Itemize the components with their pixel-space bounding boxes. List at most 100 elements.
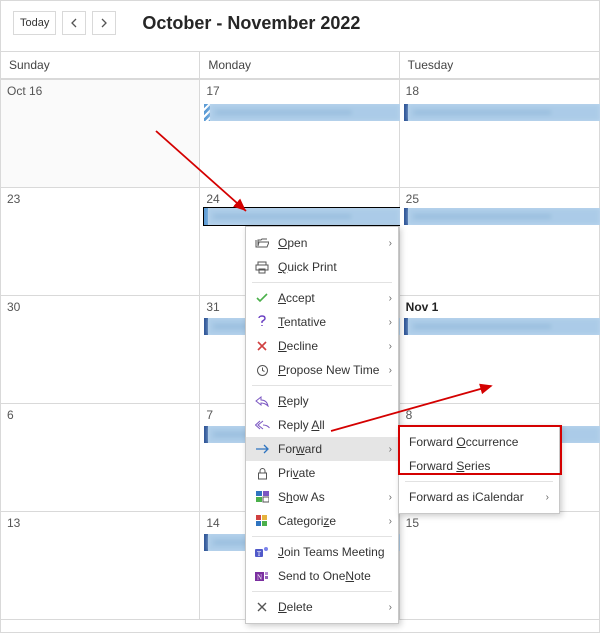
menu-label: Accept — [278, 291, 381, 305]
date-label: 6 — [7, 408, 14, 422]
chevron-right-icon: › — [389, 602, 392, 613]
day-header: Tuesday — [400, 52, 599, 79]
menu-send-onenote[interactable]: N Send to OneNote — [246, 564, 398, 588]
menu-decline[interactable]: Decline › — [246, 334, 398, 358]
calendar-event[interactable] — [404, 318, 600, 335]
calendar-grid: Sunday Monday Tuesday — [1, 51, 599, 79]
menu-forward[interactable]: Forward › — [246, 437, 398, 461]
chevron-right-icon: › — [389, 238, 392, 249]
menu-accept[interactable]: Accept › — [246, 286, 398, 310]
submenu-forward-occurrence[interactable]: Forward Occurrence — [399, 430, 559, 454]
menu-open[interactable]: Open › — [246, 231, 398, 255]
context-menu: Open › Quick Print Accept › Tentative › … — [245, 226, 399, 624]
menu-label: Delete — [278, 600, 381, 614]
calendar-cell[interactable]: 25 — [400, 188, 599, 296]
event-title-blurred — [210, 104, 399, 121]
event-title-blurred — [208, 208, 399, 225]
menu-show-as[interactable]: Show As › — [246, 485, 398, 509]
question-icon — [254, 314, 270, 330]
date-label: 25 — [406, 192, 419, 206]
menu-label: Show As — [278, 490, 381, 504]
check-icon — [254, 290, 270, 306]
menu-label: Quick Print — [278, 260, 392, 274]
menu-separator — [252, 385, 392, 386]
menu-reply[interactable]: Reply — [246, 389, 398, 413]
show-as-icon — [254, 489, 270, 505]
event-title-blurred — [408, 208, 600, 225]
svg-text:N: N — [257, 573, 262, 581]
menu-label: Forward as iCalendar — [409, 490, 538, 504]
calendar-cell[interactable]: 23 — [1, 188, 200, 296]
menu-label: Reply All — [278, 418, 392, 432]
date-label: 14 — [206, 516, 219, 530]
event-title-blurred — [408, 318, 600, 335]
chevron-right-icon: › — [389, 444, 392, 455]
menu-label: Categorize — [278, 514, 381, 528]
reply-all-icon — [254, 417, 270, 433]
calendar-cell[interactable]: 30 — [1, 296, 200, 404]
menu-label: Forward — [278, 442, 381, 456]
onenote-icon: N — [254, 568, 270, 584]
calendar-cell[interactable]: 17 — [200, 80, 399, 188]
menu-label: Tentative — [278, 315, 381, 329]
printer-icon — [254, 259, 270, 275]
menu-label: Send to OneNote — [278, 569, 392, 583]
date-label: 17 — [206, 84, 219, 98]
calendar-event[interactable] — [404, 104, 600, 121]
prev-button[interactable] — [62, 11, 86, 35]
x-icon — [254, 338, 270, 354]
date-label: 24 — [206, 192, 219, 206]
chevron-right-icon: › — [389, 293, 392, 304]
page-title: October - November 2022 — [142, 13, 360, 34]
date-label: 15 — [406, 516, 419, 530]
menu-label: Join Teams Meeting — [278, 545, 392, 559]
menu-private[interactable]: Private — [246, 461, 398, 485]
submenu-forward-icalendar[interactable]: Forward as iCalendar › — [399, 485, 559, 509]
calendar-event[interactable] — [204, 208, 399, 225]
chevron-right-icon — [100, 18, 108, 28]
calendar-cell[interactable]: Oct 16 — [1, 80, 200, 188]
forward-submenu: Forward Occurrence Forward Series Forwar… — [398, 425, 560, 514]
chevron-right-icon: › — [389, 317, 392, 328]
menu-label: Propose New Time — [278, 363, 381, 377]
menu-label: Reply — [278, 394, 392, 408]
date-label: 18 — [406, 84, 419, 98]
menu-delete[interactable]: Delete › — [246, 595, 398, 619]
calendar-cell[interactable]: 18 — [400, 80, 599, 188]
menu-categorize[interactable]: Categorize › — [246, 509, 398, 533]
date-label: Nov 1 — [406, 300, 439, 314]
today-button[interactable]: Today — [13, 11, 56, 35]
calendar-cell[interactable]: Nov 1 — [400, 296, 599, 404]
menu-propose-new-time[interactable]: Propose New Time › — [246, 358, 398, 382]
chevron-right-icon: › — [389, 516, 392, 527]
menu-separator — [252, 536, 392, 537]
menu-reply-all[interactable]: Reply All — [246, 413, 398, 437]
calendar-header: Today October - November 2022 — [1, 1, 599, 51]
menu-join-teams[interactable]: T Join Teams Meeting — [246, 540, 398, 564]
date-label: Oct 16 — [7, 84, 42, 98]
x-icon — [254, 599, 270, 615]
chevron-right-icon: › — [546, 492, 549, 503]
menu-quick-print[interactable]: Quick Print — [246, 255, 398, 279]
next-button[interactable] — [92, 11, 116, 35]
folder-open-icon — [254, 235, 270, 251]
calendar-cell[interactable]: 15 — [400, 512, 599, 620]
calendar-event[interactable] — [404, 208, 600, 225]
submenu-forward-series[interactable]: Forward Series — [399, 454, 559, 478]
chevron-right-icon: › — [389, 365, 392, 376]
menu-separator — [405, 481, 553, 482]
event-title-blurred — [408, 104, 600, 121]
date-label: 7 — [206, 408, 213, 422]
calendar-cell[interactable]: 6 — [1, 404, 200, 512]
menu-label: Private — [278, 466, 392, 480]
menu-tentative[interactable]: Tentative › — [246, 310, 398, 334]
svg-text:T: T — [257, 550, 262, 558]
menu-separator — [252, 591, 392, 592]
reply-icon — [254, 393, 270, 409]
teams-icon: T — [254, 544, 270, 560]
date-label: 8 — [406, 408, 413, 422]
menu-label: Open — [278, 236, 381, 250]
chevron-right-icon: › — [389, 492, 392, 503]
calendar-event[interactable] — [204, 104, 399, 121]
calendar-cell[interactable]: 13 — [1, 512, 200, 620]
